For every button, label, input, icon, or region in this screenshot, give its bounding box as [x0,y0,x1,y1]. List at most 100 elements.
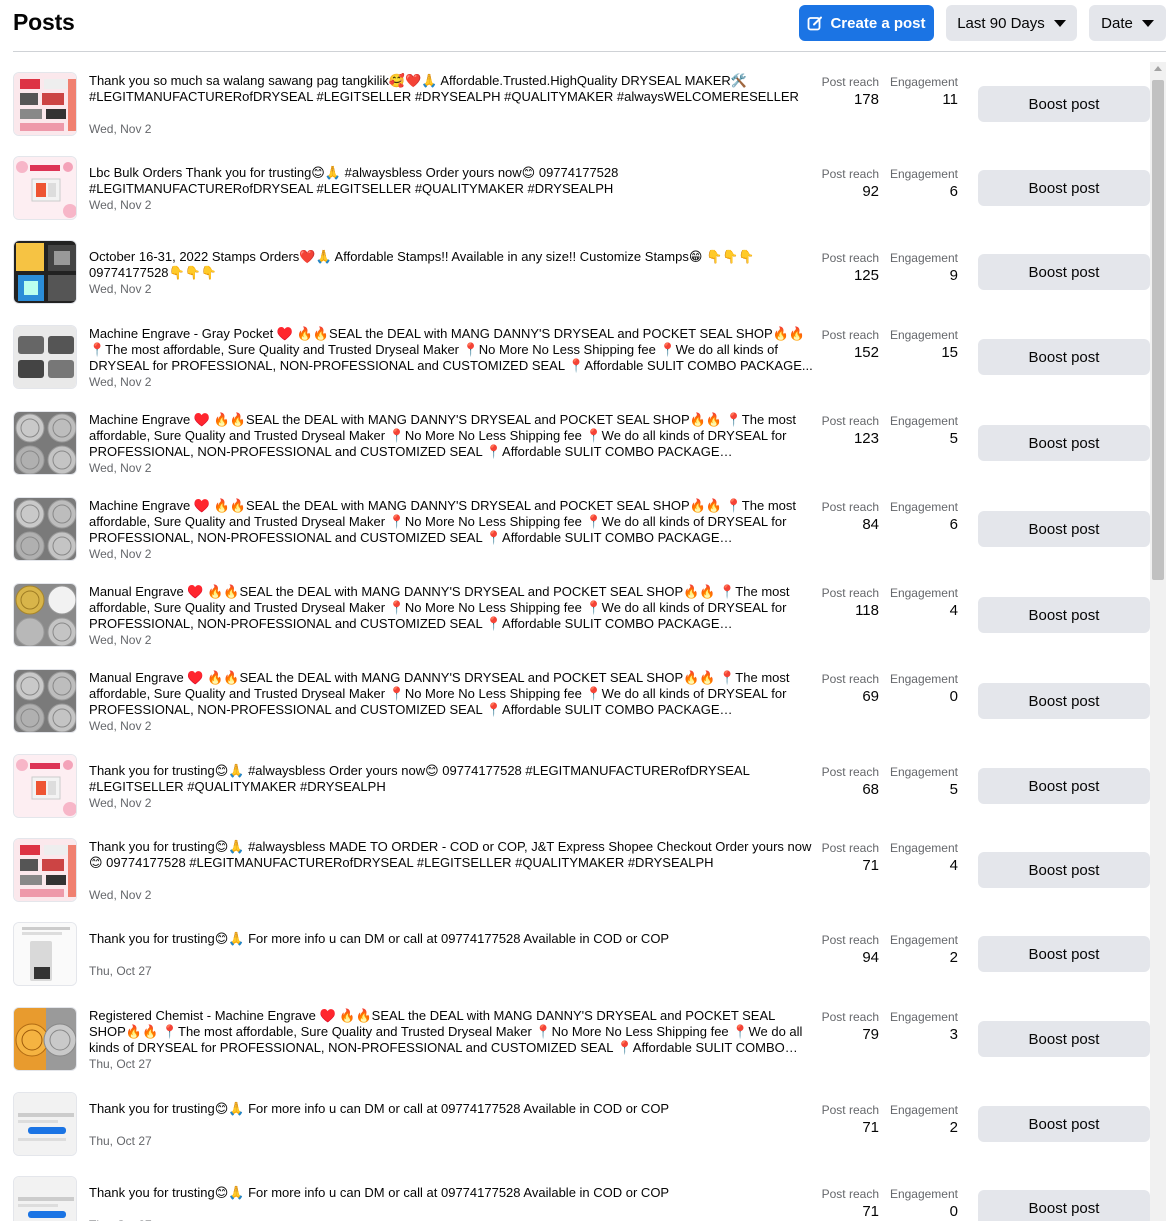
post-row[interactable]: Machine Engrave ♥️ 🔥🔥SEAL the DEAL with … [0,497,1150,577]
post-row[interactable]: Manual Engrave ♥️ 🔥🔥SEAL the DEAL with M… [0,669,1150,749]
post-thumbnail[interactable] [13,1176,77,1221]
post-text[interactable]: Registered Chemist - Machine Engrave ♥️ … [89,1008,814,1056]
post-row[interactable]: Lbc Bulk Orders Thank you for trusting😊🙏… [0,156,1150,236]
engagement-label: Engagement [889,671,958,686]
post-reach-label: Post reach [821,413,879,428]
scrollbar-thumb[interactable] [1152,80,1164,580]
engagement-value: 11 [942,90,958,108]
boost-post-button[interactable]: Boost post [978,852,1150,888]
post-thumbnail[interactable] [13,583,77,647]
boost-post-button[interactable]: Boost post [978,768,1150,804]
boost-post-button[interactable]: Boost post [978,1106,1150,1142]
boost-post-button[interactable]: Boost post [978,1021,1150,1057]
post-row[interactable]: Thank you for trusting😊🙏 For more info u… [0,1092,1150,1172]
post-reach-label: Post reach [821,327,879,342]
post-row[interactable]: Machine Engrave ♥️ 🔥🔥SEAL the DEAL with … [0,411,1150,491]
post-text[interactable]: Thank you so much sa walang sawang pag t… [89,73,814,105]
boost-post-button[interactable]: Boost post [978,597,1150,633]
post-thumbnail[interactable] [13,72,77,136]
post-text[interactable]: Machine Engrave ♥️ 🔥🔥SEAL the DEAL with … [89,498,814,546]
post-reach-value: 71 [862,1202,879,1220]
engagement-label: Engagement [889,585,958,600]
post-reach-value: 68 [862,780,879,798]
post-thumbnail[interactable] [13,156,77,220]
post-row[interactable]: Thank you for trusting😊🙏 #alwaysbless Or… [0,754,1150,834]
engagement-value: 2 [949,1118,958,1136]
post-thumbnail[interactable] [13,325,77,389]
post-reach-value: 94 [862,948,879,966]
engagement-label: Engagement [889,1009,958,1024]
post-date: Thu, Oct 27 [89,1218,152,1221]
post-thumbnail[interactable] [13,838,77,902]
post-thumbnail[interactable] [13,497,77,561]
post-text[interactable]: Thank you for trusting😊🙏 For more info u… [89,1101,814,1117]
post-date: Wed, Nov 2 [89,546,152,561]
create-post-button[interactable]: Create a post [799,5,934,41]
post-text[interactable]: Thank you for trusting😊🙏 #alwaysbless MA… [89,839,814,871]
post-date: Thu, Oct 27 [89,963,152,978]
post-reach-value: 118 [855,601,879,619]
post-date: Thu, Oct 27 [89,1056,152,1071]
post-reach-value: 79 [862,1025,879,1043]
date-range-dropdown[interactable]: Last 90 Days [946,5,1077,41]
post-reach-label: Post reach [821,932,879,947]
post-row[interactable]: October 16-31, 2022 Stamps Orders❤️🙏 Aff… [0,240,1150,320]
boost-post-button[interactable]: Boost post [978,170,1150,206]
boost-post-button[interactable]: Boost post [978,254,1150,290]
post-thumbnail[interactable] [13,922,77,986]
post-text[interactable]: Thank you for trusting😊🙏 For more info u… [89,931,814,947]
post-date: Wed, Nov 2 [89,197,152,212]
post-reach-value: 71 [862,856,879,874]
scroll-up-arrow-icon[interactable] [1154,66,1162,71]
post-reach-label: Post reach [821,74,879,89]
engagement-value: 0 [949,1202,958,1220]
post-text[interactable]: Thank you for trusting😊🙏 For more info u… [89,1185,814,1201]
post-row[interactable]: Machine Engrave - Gray Pocket ♥️ 🔥🔥SEAL … [0,325,1150,405]
boost-post-button[interactable]: Boost post [978,339,1150,375]
post-text[interactable]: Lbc Bulk Orders Thank you for trusting😊🙏… [89,165,814,197]
caret-down-icon [1053,19,1066,27]
boost-post-button[interactable]: Boost post [978,936,1150,972]
post-text[interactable]: Manual Engrave ♥️ 🔥🔥SEAL the DEAL with M… [89,584,814,632]
post-thumbnail[interactable] [13,754,77,818]
post-date: Wed, Nov 2 [89,632,152,647]
post-text[interactable]: Machine Engrave - Gray Pocket ♥️ 🔥🔥SEAL … [89,326,814,374]
post-row[interactable]: Thank you for trusting😊🙏 For more info u… [0,1176,1150,1221]
post-date: Wed, Nov 2 [89,718,152,733]
engagement-label: Engagement [889,327,958,342]
post-row[interactable]: Thank you so much sa walang sawang pag t… [0,72,1150,152]
post-list: Thank you so much sa walang sawang pag t… [0,60,1150,1221]
post-row[interactable]: Thank you for trusting😊🙏 #alwaysbless MA… [0,838,1150,918]
engagement-value: 15 [941,343,958,361]
engagement-label: Engagement [889,764,958,779]
boost-post-button[interactable]: Boost post [978,511,1150,547]
post-thumbnail[interactable] [13,240,77,304]
post-thumbnail[interactable] [13,411,77,475]
post-reach-value: 123 [853,429,879,447]
post-thumbnail[interactable] [13,1007,77,1071]
sort-dropdown[interactable]: Date [1089,5,1166,41]
post-row[interactable]: Thank you for trusting😊🙏 For more info u… [0,922,1150,1002]
post-date: Wed, Nov 2 [89,887,152,902]
post-date: Wed, Nov 2 [89,281,152,296]
boost-post-button[interactable]: Boost post [978,425,1150,461]
boost-post-button[interactable]: Boost post [978,86,1150,122]
boost-post-button[interactable]: Boost post [978,683,1150,719]
post-row[interactable]: Manual Engrave ♥️ 🔥🔥SEAL the DEAL with M… [0,583,1150,663]
engagement-value: 5 [949,780,958,798]
post-row[interactable]: Registered Chemist - Machine Engrave ♥️ … [0,1007,1150,1087]
header-divider [13,51,1166,52]
post-thumbnail[interactable] [13,669,77,733]
post-reach-value: 125 [853,266,879,284]
scrollbar[interactable] [1150,62,1166,1221]
post-text[interactable]: Thank you for trusting😊🙏 #alwaysbless Or… [89,763,814,795]
post-text[interactable]: October 16-31, 2022 Stamps Orders❤️🙏 Aff… [89,249,814,281]
post-date: Wed, Nov 2 [89,374,152,389]
engagement-label: Engagement [889,1186,958,1201]
post-reach-value: 69 [862,687,879,705]
post-text[interactable]: Machine Engrave ♥️ 🔥🔥SEAL the DEAL with … [89,412,814,460]
post-thumbnail[interactable] [13,1092,77,1156]
post-text[interactable]: Manual Engrave ♥️ 🔥🔥SEAL the DEAL with M… [89,670,814,718]
post-reach-value: 178 [853,90,879,108]
boost-post-button[interactable]: Boost post [978,1190,1150,1221]
